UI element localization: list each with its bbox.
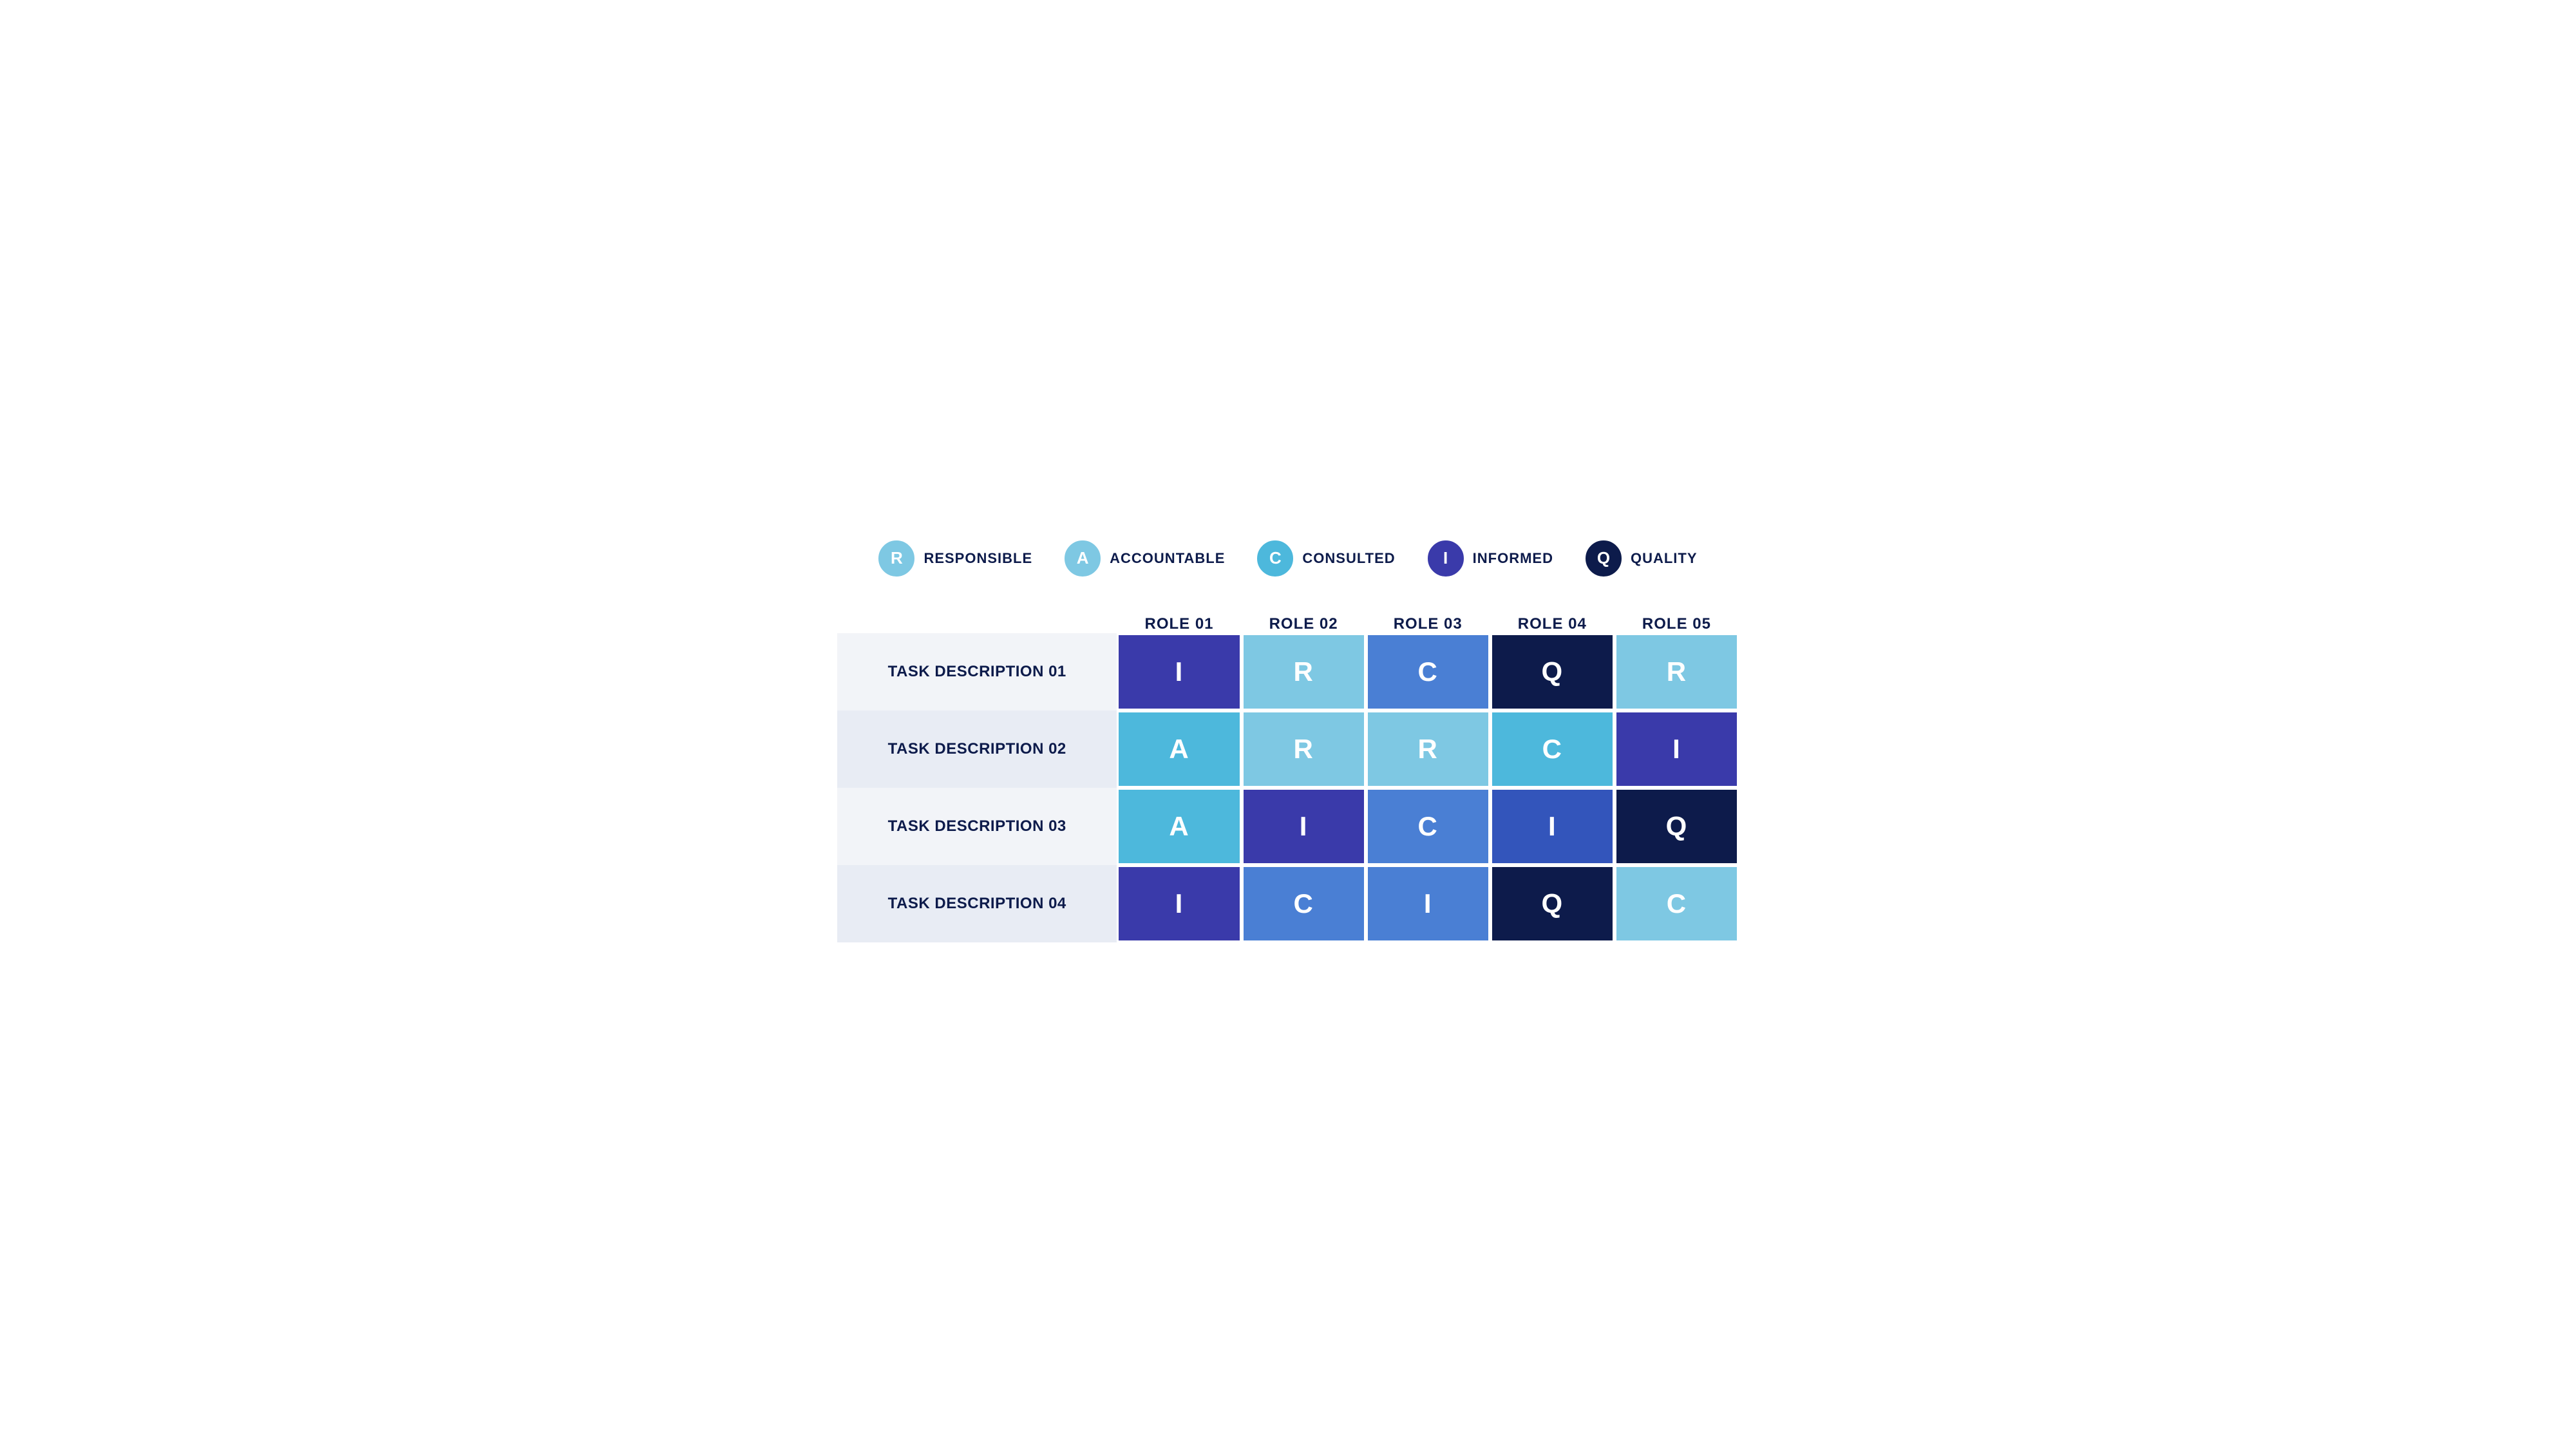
legend: R RESPONSIBLE A ACCOUNTABLE C CONSULTED … — [837, 540, 1739, 577]
legend-circle-consulted: C — [1257, 540, 1293, 577]
legend-item-consulted: C CONSULTED — [1257, 540, 1395, 577]
table-row: TASK DESCRIPTION 02ARRCI — [837, 711, 1739, 788]
legend-circle-responsible: R — [878, 540, 914, 577]
cell-r2-c3: R — [1366, 711, 1490, 788]
cell-r3-c5: Q — [1615, 788, 1739, 865]
matrix-table: ROLE 01ROLE 02ROLE 03ROLE 04ROLE 05TASK … — [837, 615, 1739, 942]
cell-r1-c3: C — [1366, 633, 1490, 711]
main-container: R RESPONSIBLE A ACCOUNTABLE C CONSULTED … — [837, 508, 1739, 942]
task-label-2: TASK DESCRIPTION 02 — [837, 711, 1117, 788]
task-label-4: TASK DESCRIPTION 04 — [837, 865, 1117, 942]
legend-label-accountable: ACCOUNTABLE — [1110, 550, 1225, 567]
legend-circle-quality: Q — [1586, 540, 1622, 577]
col-header-3: ROLE 03 — [1366, 615, 1490, 633]
cell-r4-c1: I — [1117, 865, 1241, 942]
legend-item-responsible: R RESPONSIBLE — [878, 540, 1032, 577]
legend-label-consulted: CONSULTED — [1302, 550, 1395, 567]
legend-item-quality: Q QUALITY — [1586, 540, 1698, 577]
cell-r2-c2: R — [1242, 711, 1366, 788]
cell-r2-c5: I — [1615, 711, 1739, 788]
legend-item-informed: I INFORMED — [1428, 540, 1553, 577]
cell-r3-c3: C — [1366, 788, 1490, 865]
cell-r4-c5: C — [1615, 865, 1739, 942]
legend-label-quality: QUALITY — [1631, 550, 1698, 567]
cell-r3-c4: I — [1490, 788, 1615, 865]
cell-r1-c2: R — [1242, 633, 1366, 711]
cell-r2-c1: A — [1117, 711, 1241, 788]
legend-label-informed: INFORMED — [1473, 550, 1553, 567]
task-label-1: TASK DESCRIPTION 01 — [837, 633, 1117, 711]
cell-r4-c3: I — [1366, 865, 1490, 942]
col-header-5: ROLE 05 — [1615, 615, 1739, 633]
col-header-4: ROLE 04 — [1490, 615, 1615, 633]
cell-r3-c1: A — [1117, 788, 1241, 865]
cell-r4-c2: C — [1242, 865, 1366, 942]
legend-item-accountable: A ACCOUNTABLE — [1065, 540, 1225, 577]
task-label-3: TASK DESCRIPTION 03 — [837, 788, 1117, 865]
cell-r2-c4: C — [1490, 711, 1615, 788]
matrix-wrapper: ROLE 01ROLE 02ROLE 03ROLE 04ROLE 05TASK … — [837, 615, 1739, 942]
cell-r1-c1: I — [1117, 633, 1241, 711]
col-header-2: ROLE 02 — [1242, 615, 1366, 633]
col-header-1: ROLE 01 — [1117, 615, 1241, 633]
cell-r4-c4: Q — [1490, 865, 1615, 942]
table-row: TASK DESCRIPTION 04ICIQC — [837, 865, 1739, 942]
cell-r1-c4: Q — [1490, 633, 1615, 711]
table-row: TASK DESCRIPTION 03AICIQ — [837, 788, 1739, 865]
table-row: TASK DESCRIPTION 01IRCQR — [837, 633, 1739, 711]
matrix-corner — [837, 615, 1117, 633]
cell-r1-c5: R — [1615, 633, 1739, 711]
legend-circle-accountable: A — [1065, 540, 1101, 577]
cell-r3-c2: I — [1242, 788, 1366, 865]
legend-label-responsible: RESPONSIBLE — [923, 550, 1032, 567]
legend-circle-informed: I — [1428, 540, 1464, 577]
